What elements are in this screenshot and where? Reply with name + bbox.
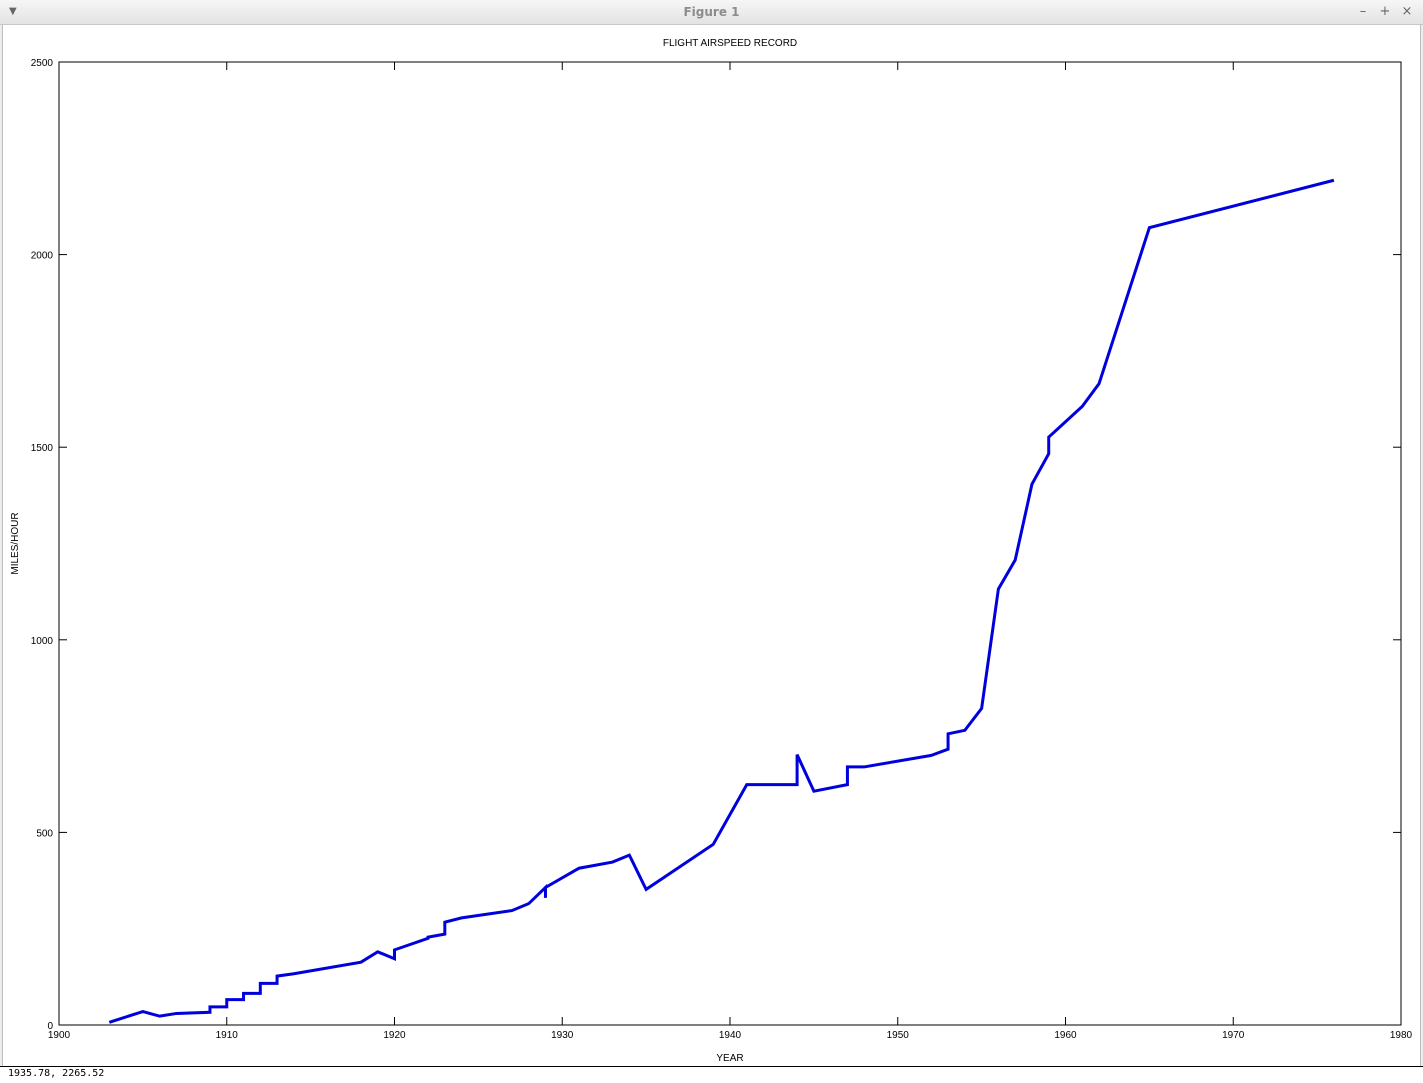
close-icon[interactable]: × — [1398, 3, 1416, 21]
x-tick-label: 1940 — [719, 1030, 742, 1041]
y-tick-label: 1500 — [31, 443, 54, 454]
x-tick-label: 1970 — [1222, 1030, 1245, 1041]
figure-canvas[interactable]: 1900 1910 1920 1930 1940 1950 1960 1970 1980 0 500… — [2, 25, 1421, 1066]
x-tick-label: 1960 — [1054, 1030, 1077, 1041]
cursor-coordinates: 1935.78, 2265.52 — [8, 1068, 105, 1079]
x-tick-label: 1950 — [887, 1030, 910, 1041]
series-line — [108, 178, 1335, 1024]
y-tick-label: 0 — [47, 1021, 53, 1032]
y-axis-label: MILES/HOUR — [10, 512, 21, 574]
plot-frame — [58, 61, 1402, 1026]
statusbar: 1935.78, 2265.52 — [0, 1066, 1423, 1083]
window-title: Figure 1 — [683, 5, 740, 19]
minimize-icon[interactable]: – — [1354, 3, 1372, 21]
y-tick-label: 1000 — [31, 636, 54, 647]
x-tick-label: 1920 — [383, 1030, 406, 1041]
axis-ticks: 1900 1910 1920 1930 1940 1950 1960 1970 19800500… — [31, 58, 1413, 1041]
chart-title: FLIGHT AIRSPEED RECORD — [663, 38, 797, 49]
maximize-icon[interactable]: + — [1376, 3, 1394, 21]
x-tick-label: 1930 — [551, 1030, 574, 1041]
y-tick-label: 500 — [36, 828, 53, 839]
y-tick-label: 2000 — [31, 251, 54, 262]
window-titlebar: ▼ Figure 1 – + × — [0, 0, 1423, 25]
x-axis-label: YEAR — [716, 1053, 743, 1064]
y-tick-label: 2500 — [31, 58, 54, 69]
x-tick-label: 1980 — [1390, 1030, 1413, 1041]
x-tick-label: 1910 — [216, 1030, 239, 1041]
line-chart: 1900 1910 1920 1930 1940 1950 1960 1970 19800500… — [10, 38, 1413, 1064]
